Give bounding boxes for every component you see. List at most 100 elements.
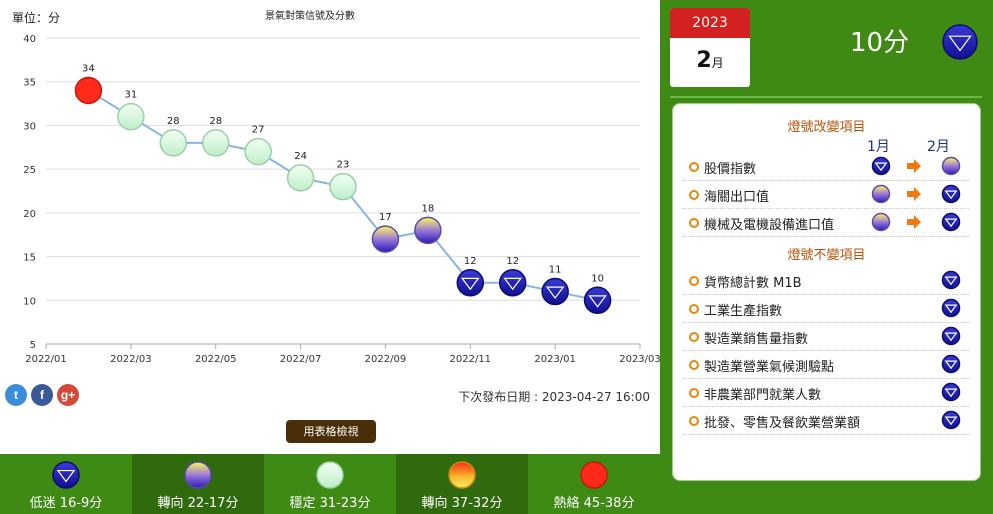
bullet-icon xyxy=(689,416,699,426)
indicator-row: 股價指數 xyxy=(683,152,969,181)
x-tick-label: 2023/01 xyxy=(534,354,576,365)
y-tick-label: 30 xyxy=(23,121,36,132)
data-point xyxy=(159,129,188,157)
data-label: 10 xyxy=(591,273,604,284)
indicator-row: 製造業營業氣候測驗點 xyxy=(683,350,969,379)
facebook-icon[interactable]: f xyxy=(31,384,53,406)
data-point xyxy=(541,277,569,306)
current-score: 10分 xyxy=(850,28,910,58)
indicator-row: 機械及電機設備進口值 xyxy=(683,208,969,237)
indicator-row: 批發、零售及餐飲業營業額 xyxy=(683,406,969,435)
y-tick-label: 25 xyxy=(23,165,36,176)
toward-signal-icon xyxy=(184,461,212,489)
data-point xyxy=(286,164,315,192)
bullet-icon xyxy=(689,276,699,286)
legend-lamp-icon xyxy=(316,461,344,489)
curr-signal-icon xyxy=(941,270,961,290)
current-signal-lamp-icon xyxy=(942,24,978,60)
y-axis-unit: 單位：分 xyxy=(12,10,60,25)
toward_hot-signal-icon xyxy=(448,461,476,489)
indicator-changes-box: 燈號改變項目 1月 2月 股價指數 海關出口值 機械及電機設備進口值 燈號不變項… xyxy=(672,103,981,481)
indicator-name: 機械及電機設備進口值 xyxy=(704,218,835,233)
divider xyxy=(670,96,982,98)
data-point xyxy=(117,102,145,131)
slow-signal-icon xyxy=(941,326,961,346)
indicator-name: 製造業銷售量指數 xyxy=(704,332,809,347)
x-tick-label: 2023/03 xyxy=(619,354,660,365)
legend-item-toward_hot: 轉向 37-32分 xyxy=(396,454,528,514)
indicator-row: 貨幣總計數 M1B xyxy=(683,266,969,295)
indicator-name: 非農業部門就業人數 xyxy=(704,388,822,403)
curr-signal-icon xyxy=(941,184,961,204)
x-tick-label: 2022/05 xyxy=(195,354,237,365)
curr-signal-icon xyxy=(941,156,961,176)
google-plus-icon[interactable]: g+ xyxy=(57,384,79,406)
curr-signal-icon xyxy=(941,326,961,346)
data-point xyxy=(329,172,357,201)
indicator-name: 海關出口值 xyxy=(704,190,770,205)
curr-signal-icon xyxy=(941,298,961,318)
x-tick-label: 2022/01 xyxy=(25,354,67,365)
curr-signal-icon xyxy=(941,410,961,430)
prev-signal-icon xyxy=(871,184,891,204)
data-point xyxy=(201,129,230,157)
indicator-row: 製造業銷售量指數 xyxy=(683,322,969,351)
changed-items-title: 燈號改變項目 xyxy=(787,120,866,135)
bullet-icon xyxy=(689,360,699,370)
data-label: 11 xyxy=(549,265,562,276)
data-point xyxy=(371,225,400,253)
data-point xyxy=(456,269,485,297)
legend-lamp-icon xyxy=(448,461,476,489)
legend-label: 熱絡 45-38分 xyxy=(553,496,635,511)
legend-item-slow: 低迷 16-9分 xyxy=(0,454,132,514)
slow-signal-icon xyxy=(941,212,961,232)
indicator-row: 工業生產指數 xyxy=(683,294,969,323)
indicator-name: 工業生產指數 xyxy=(704,304,783,319)
indicator-row: 海關出口值 xyxy=(683,180,969,209)
legend-label: 轉向 37-32分 xyxy=(421,496,503,511)
calendar-month-number: 2 xyxy=(696,48,712,73)
arrow-right-icon xyxy=(907,187,921,201)
slow-signal-icon xyxy=(941,184,961,204)
y-tick-label: 20 xyxy=(23,209,36,220)
x-tick-label: 2022/09 xyxy=(365,354,407,365)
indicator-name: 批發、零售及餐飲業營業額 xyxy=(704,416,861,431)
data-point xyxy=(244,137,272,166)
x-tick-label: 2022/11 xyxy=(450,354,492,365)
data-point xyxy=(414,216,442,245)
legend-label: 轉向 22-17分 xyxy=(157,496,239,511)
data-label: 18 xyxy=(421,203,434,214)
slow-signal-icon xyxy=(52,461,80,489)
bullet-icon xyxy=(689,218,699,228)
data-label: 34 xyxy=(82,63,95,74)
indicator-name: 股價指數 xyxy=(704,162,757,177)
y-tick-label: 10 xyxy=(23,296,36,307)
hot-signal-icon xyxy=(580,461,608,489)
data-point xyxy=(74,76,103,105)
calendar-year: 2023 xyxy=(670,8,750,38)
legend-label: 穩定 31-23分 xyxy=(289,496,371,511)
twitter-icon[interactable]: t xyxy=(5,384,27,406)
table-view-button[interactable]: 用表格檢視 xyxy=(286,420,376,443)
calendar-month: 2月 xyxy=(670,48,750,73)
toward-signal-icon xyxy=(941,156,961,176)
legend-lamp-icon xyxy=(52,461,80,489)
y-tick-label: 35 xyxy=(23,78,36,89)
slow-signal-icon xyxy=(941,382,961,402)
unchanged-items-title: 燈號不變項目 xyxy=(787,248,866,263)
chart-title: 景氣對策信號及分數 xyxy=(265,9,355,22)
prev-signal-icon xyxy=(871,156,891,176)
data-label: 28 xyxy=(209,116,222,127)
bullet-icon xyxy=(689,304,699,314)
curr-signal-icon xyxy=(941,354,961,374)
data-label: 12 xyxy=(464,256,477,267)
x-tick-label: 2022/03 xyxy=(110,354,152,365)
curr-signal-icon xyxy=(941,382,961,402)
y-tick-label: 15 xyxy=(23,253,36,264)
indicator-name: 貨幣總計數 M1B xyxy=(704,276,802,291)
data-label: 31 xyxy=(124,90,137,101)
bullet-icon xyxy=(689,388,699,398)
slow-signal-icon xyxy=(941,410,961,430)
legend-item-toward: 轉向 22-17分 xyxy=(132,454,264,514)
data-label: 12 xyxy=(506,256,519,267)
